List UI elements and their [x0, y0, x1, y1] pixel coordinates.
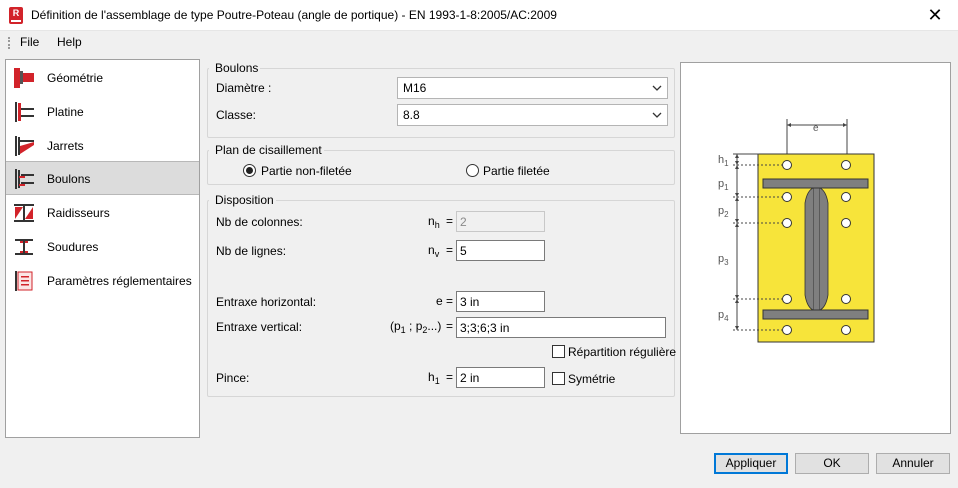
equals-sign: =: [446, 243, 454, 257]
dim-label-p4: p4: [718, 309, 729, 323]
nav-label: Boulons: [47, 172, 91, 186]
app-logo-icon: R: [9, 7, 23, 24]
bolt-layout-preview: e h1 p1 p2 p3 p4: [680, 62, 951, 434]
radio-partie-non-filetee-label: Partie non-filetée: [261, 164, 352, 178]
nav-item-soudures[interactable]: Soudures: [6, 230, 199, 264]
web: [812, 187, 821, 311]
pince-input[interactable]: 2 in: [456, 367, 545, 388]
repartition-reguliere-checkbox[interactable]: [552, 345, 565, 358]
nav-item-parametres[interactable]: Paramètres réglementaires: [6, 264, 199, 298]
nav-item-boulons[interactable]: Boulons: [6, 161, 199, 195]
classe-select[interactable]: 8.8: [397, 104, 668, 126]
nb-colonnes-symbol: nh: [428, 214, 440, 230]
nav-label: Géométrie: [47, 71, 104, 85]
stiffeners-icon: [14, 204, 34, 222]
nav-label: Soudures: [47, 240, 99, 254]
nav-label: Raidisseurs: [47, 206, 110, 220]
nav-item-platine[interactable]: Platine: [6, 95, 199, 129]
haunch-icon: [15, 136, 34, 156]
nav-label: Platine: [47, 105, 84, 119]
radio-partie-non-filetee[interactable]: [243, 164, 256, 177]
title-bar: R Définition de l'assemblage de type Pou…: [0, 0, 958, 31]
dim-label-p1: p1: [718, 178, 729, 192]
entraxe-horizontal-symbol: e: [436, 294, 443, 308]
plate-icon: [15, 102, 34, 122]
dim-label-p3: p3: [718, 253, 729, 267]
section-nav: Géométrie Platine Jarrets Boulons Raidis…: [5, 59, 200, 438]
close-button[interactable]: ✕: [912, 0, 958, 31]
dim-label-p2: p2: [718, 205, 729, 219]
nb-lignes-symbol: nv: [428, 243, 440, 259]
repartition-reguliere-label: Répartition régulière: [568, 345, 677, 359]
welds-icon: [15, 239, 33, 255]
equals-sign: =: [446, 319, 454, 333]
pince-label: Pince:: [216, 371, 250, 385]
nb-lignes-input[interactable]: 5: [456, 240, 545, 261]
nav-label: Jarrets: [47, 139, 84, 153]
bottom-flange: [762, 309, 869, 320]
entraxe-vertical-label: Entraxe vertical:: [216, 320, 303, 334]
bolts-icon: [15, 169, 34, 189]
window-title: Définition de l'assemblage de type Poutr…: [31, 8, 557, 22]
entraxe-vertical-symbol: (p1 ; p2...): [390, 319, 442, 335]
apply-button[interactable]: Appliquer: [714, 453, 788, 474]
menu-bar: File Help: [0, 31, 958, 55]
entraxe-horizontal-input[interactable]: 3 in: [456, 291, 545, 312]
top-flange: [762, 178, 869, 189]
bolt-layout-diagram: e h1 p1 p2 p3 p4: [718, 119, 875, 343]
equals-sign: =: [446, 294, 454, 308]
symetrie-label: Symétrie: [568, 372, 616, 386]
entraxe-horizontal-label: Entraxe horizontal:: [216, 295, 317, 309]
nb-lignes-label: Nb de lignes:: [216, 244, 287, 258]
equals-sign: =: [446, 370, 454, 384]
entraxe-vertical-input[interactable]: 3;3;6;3 in: [456, 317, 666, 338]
diametre-value: M16: [403, 81, 427, 95]
cancel-button[interactable]: Annuler: [876, 453, 950, 474]
classe-label: Classe:: [216, 108, 257, 122]
group-disposition-title: Disposition: [209, 193, 276, 207]
group-boulons-title: Boulons: [209, 61, 261, 75]
classe-value: 8.8: [403, 108, 420, 122]
menu-help[interactable]: Help: [57, 35, 82, 49]
pince-symbol: h1: [428, 370, 440, 386]
menu-grip-icon: [8, 37, 10, 49]
symetrie-checkbox[interactable]: [552, 372, 565, 385]
nb-colonnes-input: 2: [456, 211, 545, 232]
code-parameters-icon: [15, 271, 33, 291]
nav-item-jarrets[interactable]: Jarrets: [6, 129, 199, 163]
chevron-down-icon: [652, 112, 662, 118]
equals-sign: =: [446, 214, 454, 228]
ok-button[interactable]: OK: [795, 453, 869, 474]
radio-partie-filetee[interactable]: [466, 164, 479, 177]
group-cisaillement-title: Plan de cisaillement: [209, 143, 324, 157]
chevron-down-icon: [652, 85, 662, 91]
dim-label-h1: h1: [718, 154, 729, 168]
dim-label-e: e: [813, 123, 819, 134]
radio-partie-filetee-label: Partie filetée: [483, 164, 550, 178]
menu-file[interactable]: File: [20, 35, 39, 49]
nb-colonnes-label: Nb de colonnes:: [216, 215, 303, 229]
nav-label: Paramètres réglementaires: [47, 274, 192, 288]
diametre-label: Diamètre :: [216, 81, 272, 95]
diametre-select[interactable]: M16: [397, 77, 668, 99]
nav-item-geometrie[interactable]: Géométrie: [6, 61, 199, 95]
nav-item-raidisseurs[interactable]: Raidisseurs: [6, 196, 199, 230]
geometry-icon: [14, 68, 34, 88]
